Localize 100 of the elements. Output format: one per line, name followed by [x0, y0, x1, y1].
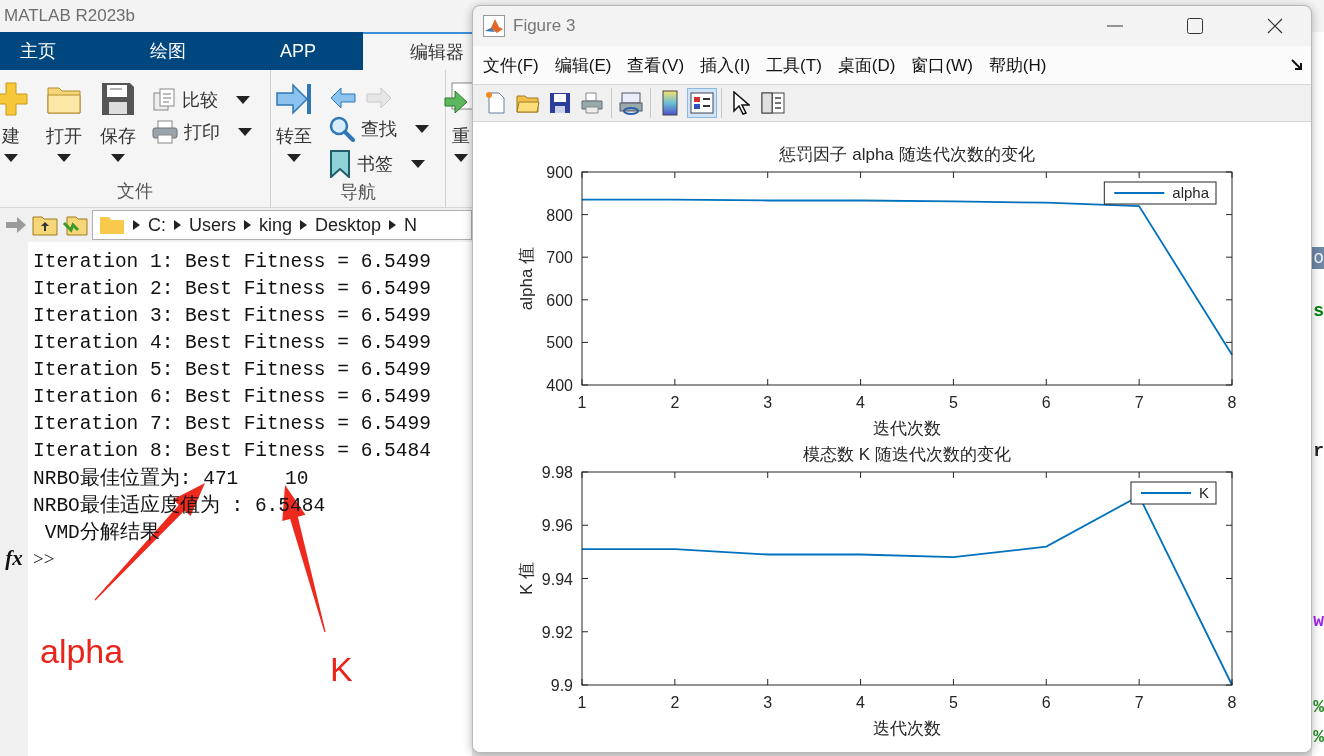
arrow-to-bar-icon [275, 82, 313, 116]
tab[interactable]: APP [260, 32, 337, 70]
maximize-icon [1187, 18, 1203, 34]
axis-label: K 值 [517, 561, 536, 596]
tick-label: 4 [856, 694, 865, 711]
tab[interactable]: 绘图 [130, 32, 206, 70]
caret-icon [236, 96, 250, 104]
code-fragment: r [1312, 440, 1324, 462]
caret-icon [57, 154, 71, 162]
axis-label: 迭代次数 [873, 719, 941, 738]
code-fragment: % [1312, 726, 1324, 748]
tick-label: 600 [546, 291, 573, 309]
legend-label: alpha [1172, 184, 1209, 201]
close-icon [1267, 18, 1283, 34]
print-button[interactable]: 打印 [150, 118, 254, 146]
tick-label: 8 [1227, 694, 1237, 711]
printer-icon [580, 91, 604, 115]
menu-item[interactable]: 插入(I) [692, 53, 759, 77]
tick-label: 7 [1134, 694, 1144, 711]
console-line: Iteration 2: Best Fitness = 6.5499 [32, 277, 431, 300]
menu-item[interactable]: 查看(V) [619, 53, 693, 77]
chevron-icon [133, 220, 140, 230]
toolbar-button[interactable] [687, 88, 717, 118]
menu-item[interactable]: 编辑(E) [546, 53, 620, 77]
panel-icon [761, 91, 785, 115]
menu-item[interactable]: 工具(T) [758, 53, 830, 77]
code-fragment: % [1312, 696, 1324, 718]
tick-label: 3 [763, 694, 773, 711]
tick-label: 800 [546, 206, 573, 224]
axis-label: 迭代次数 [873, 419, 941, 438]
tick-label: 9.94 [541, 570, 573, 588]
caret-icon [454, 154, 468, 162]
go-to-button[interactable]: 转至 [271, 80, 317, 162]
tick-label: 9.96 [541, 517, 573, 535]
code-fragment: s [1312, 300, 1324, 322]
path-segment[interactable]: Desktop [315, 214, 382, 236]
tab[interactable]: 主页 [0, 32, 76, 70]
tick-label: 4 [856, 394, 865, 411]
tick-label: 1 [577, 394, 587, 411]
tick-label: 9.92 [541, 623, 573, 641]
console-line: Iteration 5: Best Fitness = 6.5499 [32, 358, 431, 381]
legend-icon [690, 91, 714, 115]
back-arrow-icon[interactable] [329, 86, 357, 110]
annotation-label: K [330, 650, 353, 689]
path-segment[interactable]: C: [148, 214, 166, 236]
path-segment[interactable]: king [259, 214, 293, 236]
console-line: NRBO最佳位置为: 471 10 [32, 466, 309, 491]
tick-label: 8 [1227, 394, 1237, 411]
caret-icon [415, 125, 429, 133]
tick-label: 500 [546, 334, 573, 352]
tick-label: 5 [949, 394, 958, 411]
bookmark-button[interactable]: 书签 [327, 148, 431, 180]
path-field[interactable]: C: Users king Desktop N [92, 210, 472, 240]
tick-label: 900 [546, 164, 573, 181]
console-line: Iteration 8: Best Fitness = 6.5484 [32, 439, 431, 462]
path-segment[interactable]: Users [189, 214, 236, 236]
console-line: Iteration 1: Best Fitness = 6.5499 [32, 250, 431, 273]
open-button[interactable]: 打开 [42, 80, 86, 162]
up-folder-icon[interactable] [32, 214, 58, 236]
minimize-icon [1107, 25, 1123, 27]
tick-label: 9.98 [541, 464, 573, 481]
save-button[interactable]: 保存 [96, 80, 140, 162]
tick-label: 3 [763, 394, 773, 411]
tick-label: 6 [1041, 394, 1051, 411]
tick-label: 5 [949, 694, 958, 711]
colorbar-icon [662, 90, 678, 116]
blank-page-icon [484, 91, 508, 115]
new-button[interactable]: 建 [0, 80, 32, 162]
group-label: 导航 [340, 182, 376, 202]
function-button[interactable]: fx [5, 546, 23, 571]
tab[interactable]: 编辑器 [363, 32, 472, 70]
chart-title: 模态数 K 随迭代次数的变化 [803, 445, 1011, 464]
tick-label: 6 [1041, 694, 1051, 711]
plus-icon [0, 82, 28, 116]
panel-header: o [1312, 247, 1324, 269]
documents-icon [152, 88, 176, 112]
tick-label: 1 [577, 694, 587, 711]
tick-label: 2 [670, 694, 680, 711]
path-segment[interactable]: N [404, 214, 418, 236]
dock-arrow-icon[interactable] [1291, 59, 1303, 71]
console-line: Iteration 7: Best Fitness = 6.5499 [32, 412, 431, 435]
caret-icon [411, 160, 425, 168]
pointer-icon [732, 91, 750, 115]
command-prompt: >> [32, 547, 55, 570]
caret-icon [287, 154, 301, 162]
chevron-icon [174, 220, 181, 230]
legend-label: K [1199, 484, 1209, 501]
menu-item[interactable]: 桌面(D) [829, 53, 904, 77]
annotation-label: alpha [40, 632, 124, 671]
caret-icon [111, 154, 125, 162]
caret-icon [238, 128, 252, 136]
caret-icon [4, 154, 18, 162]
tick-label: 9.9 [550, 677, 573, 694]
menu-item[interactable]: 窗口(W) [903, 53, 981, 77]
menu-item[interactable]: 文件(F) [475, 53, 547, 77]
chevron-icon [244, 220, 251, 230]
console-line: Iteration 3: Best Fitness = 6.5499 [32, 304, 431, 327]
compare-button[interactable]: 比较 [150, 86, 254, 114]
menu-item[interactable]: 帮助(H) [980, 53, 1055, 77]
find-button[interactable]: 查找 [327, 114, 431, 144]
